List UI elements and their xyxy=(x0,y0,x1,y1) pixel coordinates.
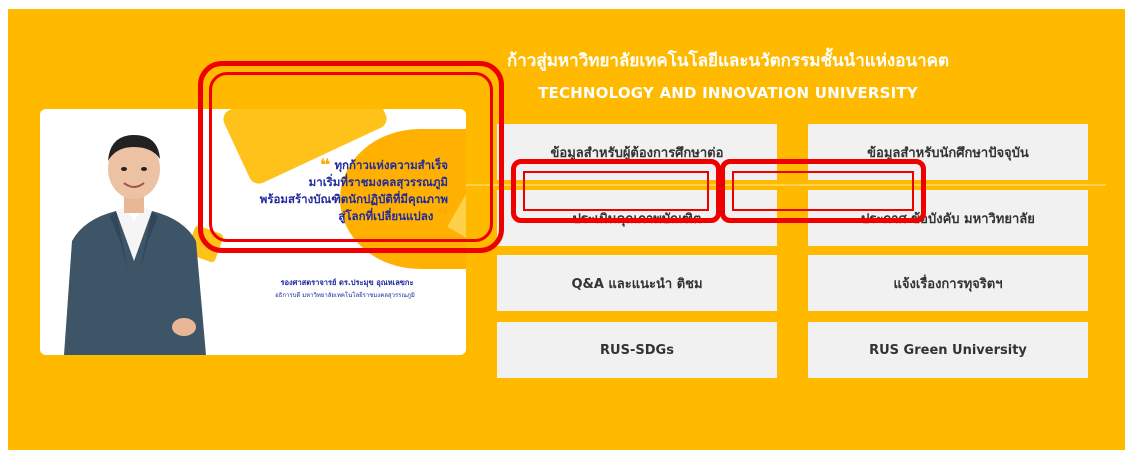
link-rus-green-university[interactable]: RUS Green University xyxy=(808,322,1088,378)
link-university-regulations[interactable]: ประกาศ ข้อบังคับ มหาวิทยาลัย xyxy=(808,190,1088,246)
link-current-students[interactable]: ข้อมูลสำหรับนักศึกษาปัจจุบัน xyxy=(808,124,1088,180)
quote-line-1: ❝ ทุกก้าวแห่งความสำเร็จ xyxy=(319,155,448,176)
quote-line-2: มาเริ่มที่ราชมงคลสุวรรณภูมิ xyxy=(308,175,448,189)
link-graduate-assessment[interactable]: ประเมินคุณภาพบัณฑิต xyxy=(497,190,777,246)
hero-section: ก้าวสู่มหาวิทยาลัยเทคโนโลยีและนวัตกรรมชั… xyxy=(8,9,1125,450)
quote-line-3: พร้อมสร้างบัณฑิตนักปฏิบัติที่มีคุณภาพ xyxy=(259,192,448,206)
signature-name: รองศาสตราจารย์ ดร.ประมุข อุณหเลขกะ xyxy=(280,278,414,287)
signature-title: อธิการบดี มหาวิทยาลัยเทคโนโลยีราชมงคลสุว… xyxy=(275,292,415,299)
banner-quote: ❝ ทุกก้าวแห่งความสำเร็จ มาเริ่มที่ราชมงค… xyxy=(208,155,448,227)
link-rus-sdgs[interactable]: RUS-SDGs xyxy=(497,322,777,378)
headline-english: TECHNOLOGY AND INNOVATION UNIVERSITY xyxy=(538,84,918,102)
quote-line-4: สู่โลกที่เปลี่ยนแปลง ❞ xyxy=(338,206,448,227)
link-prospective-students[interactable]: ข้อมูลสำหรับผู้ต้องการศึกษาต่อ xyxy=(497,124,777,180)
president-photo xyxy=(64,135,206,355)
link-report-corruption[interactable]: แจ้งเรื่องการทุจริตฯ xyxy=(808,255,1088,311)
president-banner[interactable]: ❝ ทุกก้าวแห่งความสำเร็จ มาเริ่มที่ราชมงค… xyxy=(40,109,466,355)
link-qa-feedback[interactable]: Q&A และแนะนำ ติชม xyxy=(497,255,777,311)
headline-thai: ก้าวสู่มหาวิทยาลัยเทคโนโลยีและนวัตกรรมชั… xyxy=(506,51,950,71)
divider xyxy=(466,184,1106,186)
open-quote-icon: ❝ xyxy=(319,155,331,176)
close-quote-icon: ❞ xyxy=(437,206,448,227)
